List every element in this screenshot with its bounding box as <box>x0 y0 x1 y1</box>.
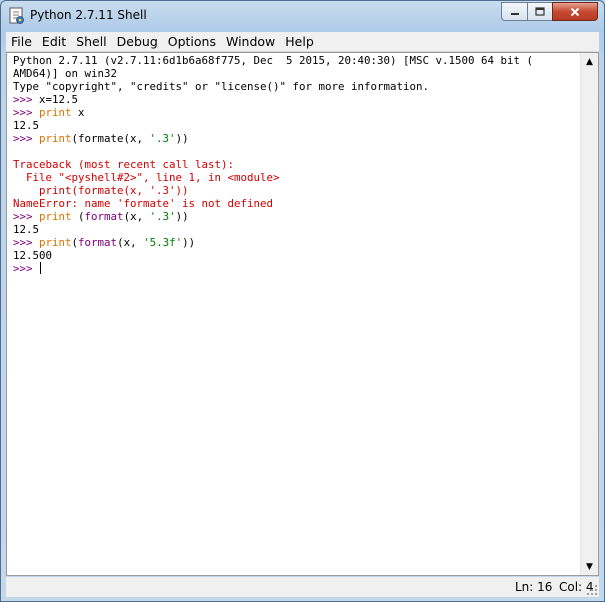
shell-text-segment: Python 2.7.11 (v2.7.11:6d1b6a68f775, Dec… <box>13 54 534 67</box>
menu-bar: File Edit Shell Debug Options Window Hel… <box>6 32 599 52</box>
shell-line: >>> print (format(x, '.3')) <box>13 210 575 223</box>
menu-file[interactable]: File <box>6 32 37 51</box>
minimize-icon <box>510 12 519 15</box>
shell-text-area[interactable]: Python 2.7.11 (v2.7.11:6d1b6a68f775, Dec… <box>13 53 575 574</box>
shell-text-segment: print <box>39 236 72 249</box>
shell-text-segment: 12.5 <box>13 119 40 132</box>
shell-line: File "<pyshell#2>", line 1, in <module> <box>13 171 575 184</box>
menu-help[interactable]: Help <box>280 32 319 51</box>
shell-text-segment: 12.5 <box>13 223 40 236</box>
shell-text-segment: Traceback (most recent call last): <box>13 158 235 171</box>
idle-shell-window: Python 2.7.11 Shell File Edit Shell Debu… <box>0 0 605 602</box>
shell-text-segment: >>> <box>13 93 40 106</box>
shell-line: >>> x=12.5 <box>13 93 575 106</box>
shell-text-segment: x=12.5 <box>39 93 79 106</box>
menu-edit[interactable]: Edit <box>37 32 71 51</box>
vertical-scrollbar[interactable]: ▲ ▼ <box>580 53 598 575</box>
shell-text-segment: AMD64)] on win32 <box>13 67 118 80</box>
close-icon <box>570 7 580 16</box>
menu-options[interactable]: Options <box>163 32 221 51</box>
minimize-button[interactable] <box>501 2 528 21</box>
maximize-icon <box>535 7 545 16</box>
menu-window[interactable]: Window <box>221 32 280 51</box>
shell-line: 12.5 <box>13 223 575 236</box>
shell-text-segment: (x, <box>123 210 150 223</box>
shell-text-segment: )) <box>175 210 189 223</box>
text-cursor <box>40 262 42 274</box>
window-controls <box>501 2 598 21</box>
shell-text-segment: >>> <box>13 236 40 249</box>
shell-text-segment: >>> <box>13 262 40 275</box>
shell-line: Traceback (most recent call last): <box>13 158 575 171</box>
shell-text-segment: Type "copyright", "credits" or "license(… <box>13 80 430 93</box>
shell-text-segment: 12.500 <box>13 249 53 262</box>
scroll-up-arrow-icon[interactable]: ▲ <box>581 53 598 70</box>
python-idle-icon <box>9 7 24 24</box>
shell-line: print(formate(x, '.3')) <box>13 184 575 197</box>
shell-text-segment: '5.3f' <box>143 236 183 249</box>
shell-line: >>> print x <box>13 106 575 119</box>
shell-text-segment: (x, <box>117 236 144 249</box>
resize-grip-icon[interactable] <box>586 584 598 596</box>
shell-line: 12.5 <box>13 119 575 132</box>
shell-editor[interactable]: Python 2.7.11 (v2.7.11:6d1b6a68f775, Dec… <box>6 52 599 576</box>
shell-text-segment: >>> <box>13 106 40 119</box>
shell-line: Type "copyright", "credits" or "license(… <box>13 80 575 93</box>
shell-text-segment: (formate(x, <box>71 132 150 145</box>
menu-debug[interactable]: Debug <box>112 32 163 51</box>
shell-line: >>> print(format(x, '5.3f')) <box>13 236 575 249</box>
scroll-down-arrow-icon[interactable]: ▼ <box>581 558 598 575</box>
shell-line: AMD64)] on win32 <box>13 67 575 80</box>
line-number-status: Ln: 16 <box>515 580 553 594</box>
shell-line: 12.500 <box>13 249 575 262</box>
shell-text-segment: >>> <box>13 210 40 223</box>
shell-text-segment: NameError: name 'formate' is not defined <box>13 197 274 210</box>
shell-line: Python 2.7.11 (v2.7.11:6d1b6a68f775, Dec… <box>13 54 575 67</box>
menu-shell[interactable]: Shell <box>71 32 112 51</box>
shell-text-segment: format <box>78 236 118 249</box>
shell-text-segment: File "<pyshell#2>", line 1, in <module> <box>13 171 280 184</box>
window-title: Python 2.7.11 Shell <box>30 8 147 22</box>
shell-text-segment: ( <box>71 210 85 223</box>
shell-line: >>> <box>13 262 575 275</box>
shell-text-segment: >>> <box>13 132 40 145</box>
shell-text-segment: print(formate(x, '.3')) <box>13 184 189 197</box>
title-bar[interactable]: Python 2.7.11 Shell <box>1 1 604 31</box>
shell-line: NameError: name 'formate' is not defined <box>13 197 575 210</box>
shell-text-segment: print <box>39 132 72 145</box>
maximize-button[interactable] <box>527 2 553 21</box>
close-button[interactable] <box>552 2 598 21</box>
shell-text-segment: '.3' <box>149 210 176 223</box>
shell-text-segment: format <box>84 210 124 223</box>
shell-text-segment: x <box>71 106 85 119</box>
shell-text-segment: )) <box>182 236 196 249</box>
status-bar: Ln: 16 Col: 4 <box>6 577 599 597</box>
shell-text-segment: '.3' <box>149 132 176 145</box>
shell-text-segment: print <box>39 210 72 223</box>
shell-text-segment: )) <box>175 132 189 145</box>
shell-text-segment: print <box>39 106 72 119</box>
shell-line: >>> print(formate(x, '.3')) <box>13 132 575 145</box>
